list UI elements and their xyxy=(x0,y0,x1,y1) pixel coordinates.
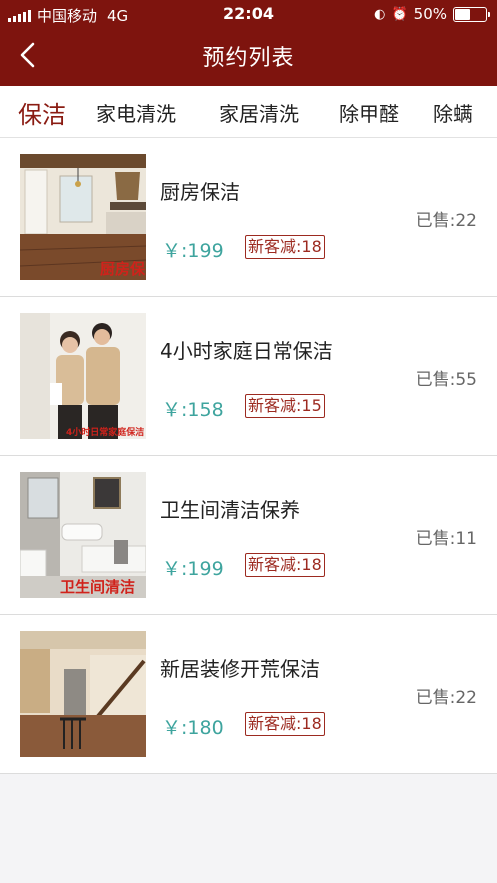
tab-cleaning[interactable]: 保洁 xyxy=(18,95,66,130)
service-list: 厨房保 厨房保洁 ￥:199 新客减:18 已售:22 4小时日常家庭保洁 4小… xyxy=(0,138,497,774)
sold-count: 已售:22 xyxy=(415,211,477,231)
list-item[interactable]: 新居装修开荒保洁 ￥:180 新客减:18 已售:22 xyxy=(0,615,497,774)
service-image: 厨房保 xyxy=(20,154,146,280)
service-title: 4小时家庭日常保洁 xyxy=(160,339,333,363)
sold-count: 已售:22 xyxy=(415,688,477,708)
promo-badge: 新客减:18 xyxy=(245,553,325,577)
promo-badge: 新客减:18 xyxy=(245,235,325,259)
rotation-lock-icon: ◐ xyxy=(374,6,386,22)
tab-home-cleaning[interactable]: 家居清洗 xyxy=(219,98,299,127)
tab-formaldehyde-removal[interactable]: 除甲醛 xyxy=(339,98,399,127)
battery-icon xyxy=(453,6,490,22)
app-header: 中国移动 4G 22:04 ◐ ⏰ 50% 预约列表 xyxy=(0,0,497,86)
service-title: 新居装修开荒保洁 xyxy=(160,657,320,681)
service-title: 厨房保洁 xyxy=(160,180,240,204)
page-title: 预约列表 xyxy=(202,46,295,71)
service-image xyxy=(20,631,146,757)
service-price: ￥:158 xyxy=(162,399,224,421)
image-caption: 卫生间清洁 xyxy=(60,578,136,596)
list-item[interactable]: 卫生间清洁 卫生间清洁保养 ￥:199 新客减:18 已售:11 xyxy=(0,456,497,615)
service-image: 4小时日常家庭保洁 xyxy=(20,313,146,439)
service-image: 卫生间清洁 xyxy=(20,472,146,598)
battery-percent: 50% xyxy=(413,5,447,23)
service-price: ￥:199 xyxy=(162,558,224,580)
promo-badge: 新客减:15 xyxy=(245,394,325,418)
category-tabs: 保洁 家电清洗 家居清洗 除甲醛 除螨 xyxy=(0,86,497,138)
sold-count: 已售:55 xyxy=(415,370,477,390)
service-price: ￥:180 xyxy=(162,717,224,739)
image-caption: 厨房保 xyxy=(100,260,146,278)
promo-badge: 新客减:18 xyxy=(245,712,325,736)
list-item[interactable]: 4小时日常家庭保洁 4小时家庭日常保洁 ￥:158 新客减:15 已售:55 xyxy=(0,297,497,456)
tab-appliance-cleaning[interactable]: 家电清洗 xyxy=(96,98,176,127)
service-title: 卫生间清洁保养 xyxy=(160,498,300,522)
alarm-icon: ⏰ xyxy=(391,6,408,22)
list-item[interactable]: 厨房保 厨房保洁 ￥:199 新客减:18 已售:22 xyxy=(0,138,497,297)
sold-count: 已售:11 xyxy=(415,529,477,549)
image-caption: 4小时日常家庭保洁 xyxy=(66,428,145,438)
status-bar: 中国移动 4G 22:04 ◐ ⏰ 50% xyxy=(0,0,497,28)
service-price: ￥:199 xyxy=(162,240,224,262)
tab-mite-removal[interactable]: 除螨 xyxy=(433,98,473,127)
nav-bar: 预约列表 xyxy=(0,30,497,80)
